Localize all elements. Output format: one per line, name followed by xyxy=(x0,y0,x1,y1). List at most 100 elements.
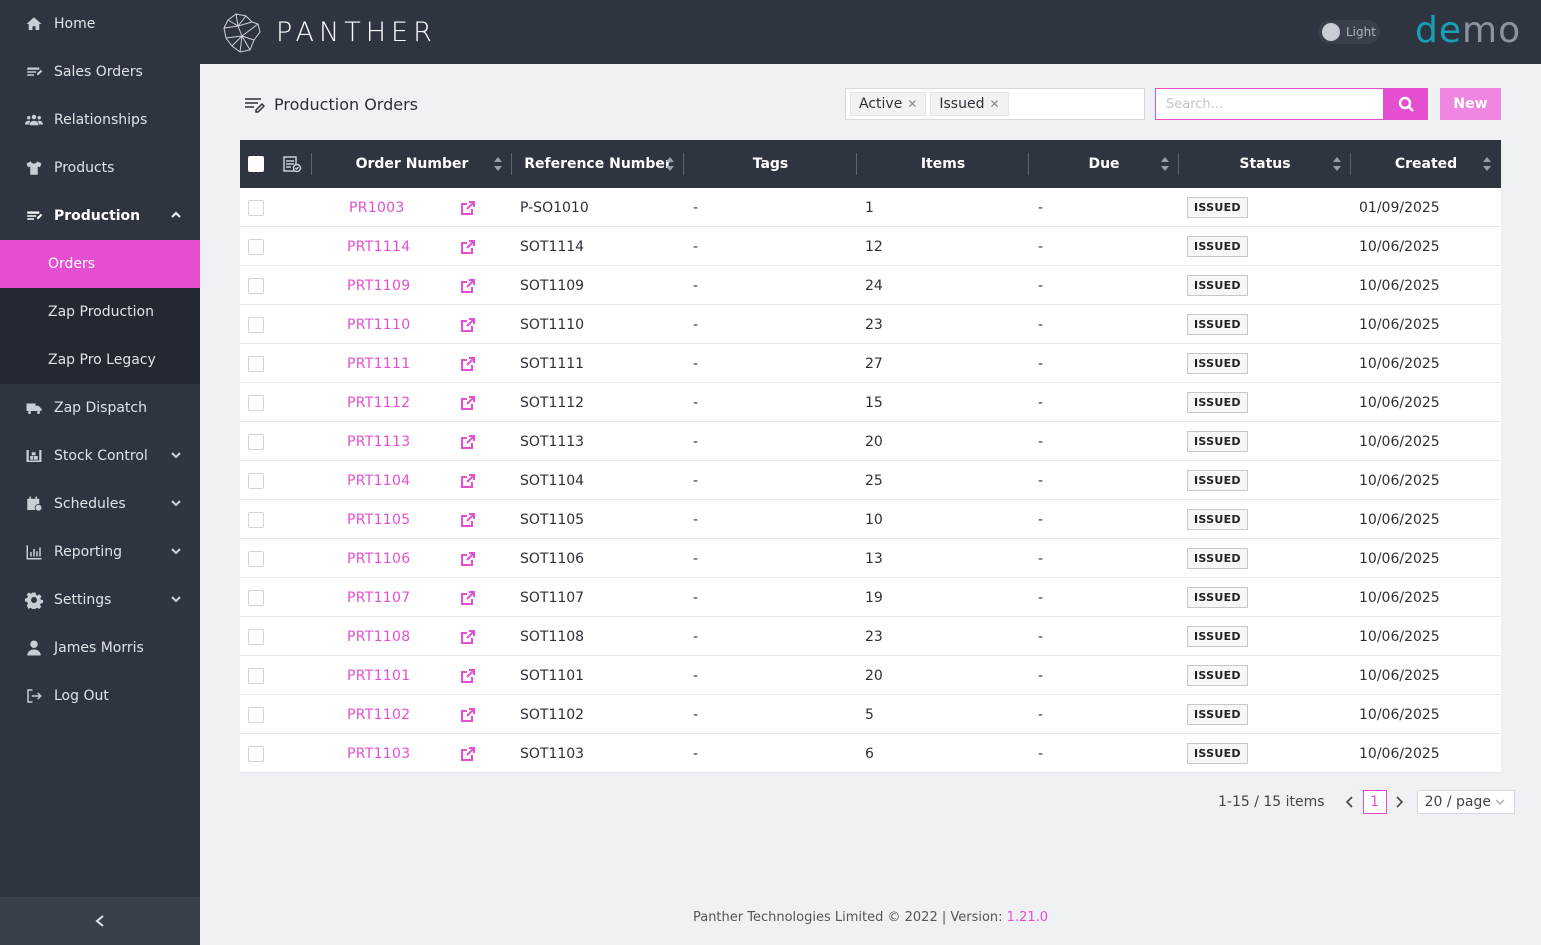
table-row[interactable]: PRT1111 SOT1111 - 27 - ISSUED 10/06/2025 xyxy=(240,344,1501,383)
order-number-link[interactable]: PRT1107 xyxy=(347,590,410,606)
sidebar-item-production[interactable]: Production xyxy=(0,192,200,240)
open-external-icon[interactable] xyxy=(460,656,476,695)
open-external-icon[interactable] xyxy=(460,500,476,539)
open-external-icon[interactable] xyxy=(460,344,476,383)
sidebar-item-home[interactable]: Home xyxy=(0,0,200,48)
column-reference-number[interactable]: Reference Number xyxy=(512,140,684,188)
table-row[interactable]: PRT1107 SOT1107 - 19 - ISSUED 10/06/2025 xyxy=(240,578,1501,617)
sidebar-item-zap-dispatch[interactable]: Zap Dispatch xyxy=(0,384,200,432)
sort-icon[interactable] xyxy=(1483,157,1491,171)
order-number-link[interactable]: PRT1114 xyxy=(347,239,410,255)
order-number-link[interactable]: PRT1102 xyxy=(347,707,410,723)
column-order-number[interactable]: Order Number xyxy=(312,140,512,188)
open-external-icon[interactable] xyxy=(460,305,476,344)
order-number-link[interactable]: PRT1105 xyxy=(347,512,410,528)
column-settings-icon[interactable] xyxy=(282,155,302,173)
table-row[interactable]: PRT1102 SOT1102 - 5 - ISSUED 10/06/2025 xyxy=(240,695,1501,734)
next-page-button[interactable] xyxy=(1389,796,1411,808)
open-external-icon[interactable] xyxy=(460,695,476,734)
row-checkbox[interactable] xyxy=(248,199,264,216)
sidebar-item-reporting[interactable]: Reporting xyxy=(0,528,200,576)
sidebar-item-relationships[interactable]: Relationships xyxy=(0,96,200,144)
open-external-icon[interactable] xyxy=(460,578,476,617)
table-row[interactable]: PRT1103 SOT1103 - 6 - ISSUED 10/06/2025 xyxy=(240,734,1501,773)
sidebar-item-schedules[interactable]: Schedules xyxy=(0,480,200,528)
sidebar-item-user[interactable]: James Morris xyxy=(0,624,200,672)
table-row[interactable]: PRT1113 SOT1113 - 20 - ISSUED 10/06/2025 xyxy=(240,422,1501,461)
order-number-link[interactable]: PRT1112 xyxy=(347,395,410,411)
row-checkbox[interactable] xyxy=(248,745,264,762)
row-checkbox[interactable] xyxy=(248,667,264,684)
open-external-icon[interactable] xyxy=(460,188,476,227)
table-row[interactable]: PR1003 P-SO1010 - 1 - ISSUED 01/09/2025 xyxy=(240,188,1501,227)
table-row[interactable]: PRT1110 SOT1110 - 23 - ISSUED 10/06/2025 xyxy=(240,305,1501,344)
search-button[interactable] xyxy=(1384,88,1428,120)
page-size-select[interactable]: 20 / page xyxy=(1416,790,1515,814)
sidebar-subitem-zap-production[interactable]: Zap Production xyxy=(0,288,200,336)
order-number-link[interactable]: PRT1108 xyxy=(347,629,410,645)
order-number-link[interactable]: PRT1104 xyxy=(347,473,410,489)
table-row[interactable]: PRT1105 SOT1105 - 10 - ISSUED 10/06/2025 xyxy=(240,500,1501,539)
sidebar-item-logout[interactable]: Log Out xyxy=(0,672,200,720)
order-number-link[interactable]: PRT1110 xyxy=(347,317,410,333)
search-input[interactable] xyxy=(1155,88,1384,120)
sidebar-item-settings[interactable]: Settings xyxy=(0,576,200,624)
sort-icon[interactable] xyxy=(494,157,502,171)
order-number-link[interactable]: PR1003 xyxy=(349,200,405,216)
column-created[interactable]: Created xyxy=(1351,140,1501,188)
new-button[interactable]: New xyxy=(1440,88,1501,120)
theme-toggle[interactable]: Light xyxy=(1318,20,1380,44)
row-checkbox[interactable] xyxy=(248,589,264,606)
order-number-link[interactable]: PRT1109 xyxy=(347,278,410,294)
table-row[interactable]: PRT1106 SOT1106 - 13 - ISSUED 10/06/2025 xyxy=(240,539,1501,578)
column-status[interactable]: Status xyxy=(1179,140,1351,188)
table-row[interactable]: PRT1112 SOT1112 - 15 - ISSUED 10/06/2025 xyxy=(240,383,1501,422)
page-number-button[interactable]: 1 xyxy=(1362,790,1387,814)
close-icon[interactable]: ✕ xyxy=(989,97,999,111)
open-external-icon[interactable] xyxy=(460,383,476,422)
order-number-link[interactable]: PRT1113 xyxy=(347,434,410,450)
table-row[interactable]: PRT1108 SOT1108 - 23 - ISSUED 10/06/2025 xyxy=(240,617,1501,656)
open-external-icon[interactable] xyxy=(460,461,476,500)
row-checkbox[interactable] xyxy=(248,511,264,528)
order-number-link[interactable]: PRT1103 xyxy=(347,746,410,762)
open-external-icon[interactable] xyxy=(460,422,476,461)
open-external-icon[interactable] xyxy=(460,734,476,773)
column-due[interactable]: Due xyxy=(1029,140,1179,188)
prev-page-button[interactable] xyxy=(1339,796,1361,808)
status-filter[interactable]: Active ✕ Issued ✕ xyxy=(845,88,1145,120)
row-checkbox[interactable] xyxy=(248,472,264,489)
filter-chip-active[interactable]: Active ✕ xyxy=(850,92,927,116)
order-number-link[interactable]: PRT1111 xyxy=(347,356,410,372)
open-external-icon[interactable] xyxy=(460,617,476,656)
table-row[interactable]: PRT1101 SOT1101 - 20 - ISSUED 10/06/2025 xyxy=(240,656,1501,695)
row-checkbox[interactable] xyxy=(248,706,264,723)
sidebar-item-stock-control[interactable]: Stock Control xyxy=(0,432,200,480)
sidebar-item-products[interactable]: Products xyxy=(0,144,200,192)
sidebar-subitem-orders[interactable]: Orders xyxy=(0,240,200,288)
open-external-icon[interactable] xyxy=(460,227,476,266)
row-checkbox[interactable] xyxy=(248,355,264,372)
row-checkbox[interactable] xyxy=(248,394,264,411)
sort-icon[interactable] xyxy=(1161,157,1169,171)
sort-icon[interactable] xyxy=(1333,157,1341,171)
close-icon[interactable]: ✕ xyxy=(907,97,917,111)
sidebar-collapse-button[interactable] xyxy=(0,897,200,945)
row-checkbox[interactable] xyxy=(248,433,264,450)
order-number-link[interactable]: PRT1101 xyxy=(347,668,410,684)
open-external-icon[interactable] xyxy=(460,539,476,578)
select-all-checkbox[interactable] xyxy=(248,156,264,172)
row-checkbox[interactable] xyxy=(248,628,264,645)
sort-icon[interactable] xyxy=(666,157,674,171)
order-number-link[interactable]: PRT1106 xyxy=(347,551,410,567)
sidebar-subitem-zap-pro-legacy[interactable]: Zap Pro Legacy xyxy=(0,336,200,384)
table-row[interactable]: PRT1114 SOT1114 - 12 - ISSUED 10/06/2025 xyxy=(240,227,1501,266)
row-checkbox[interactable] xyxy=(248,238,264,255)
row-checkbox[interactable] xyxy=(248,550,264,567)
row-checkbox[interactable] xyxy=(248,277,264,294)
open-external-icon[interactable] xyxy=(460,266,476,305)
filter-chip-issued[interactable]: Issued ✕ xyxy=(930,92,1009,116)
logo[interactable]: PANTHER xyxy=(220,10,437,54)
table-row[interactable]: PRT1104 SOT1104 - 25 - ISSUED 10/06/2025 xyxy=(240,461,1501,500)
sidebar-item-sales-orders[interactable]: Sales Orders xyxy=(0,48,200,96)
